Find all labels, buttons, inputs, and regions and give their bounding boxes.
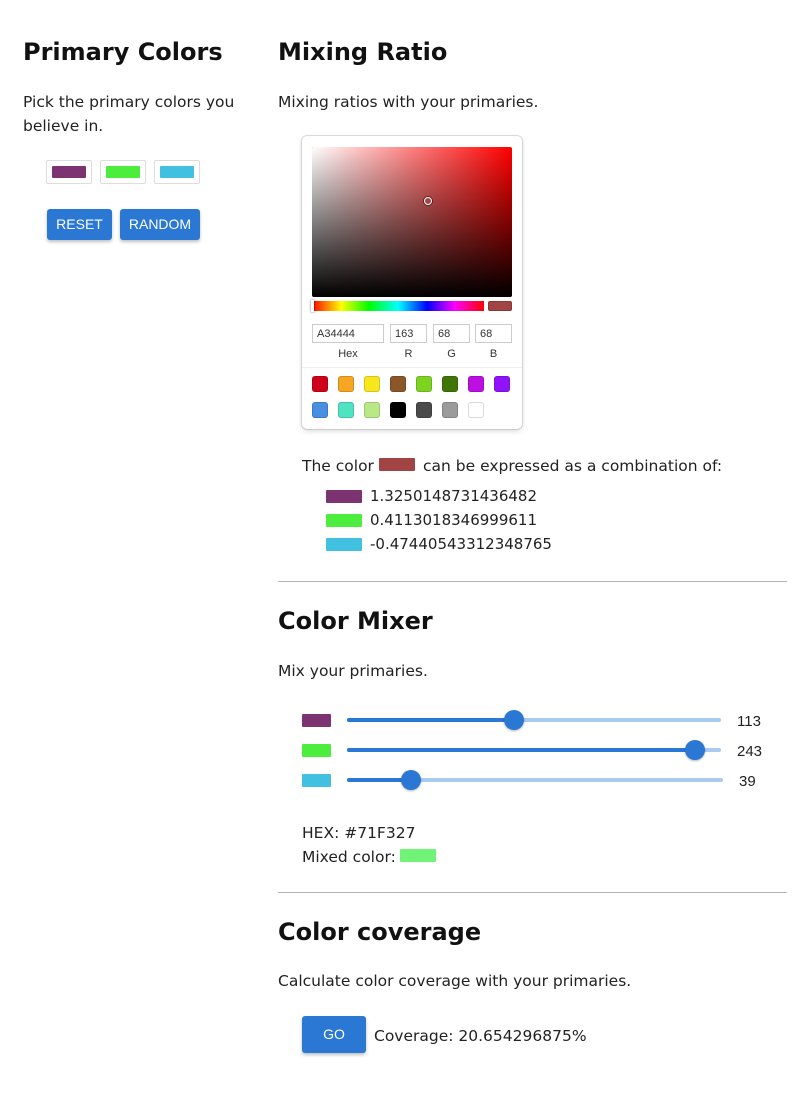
primary-color-3-fill	[160, 166, 194, 178]
mixing-ratio-description: Mixing ratios with your primaries.	[278, 93, 539, 111]
primary-color-swatch-3[interactable]	[154, 160, 200, 184]
saturation-brightness-area[interactable]	[312, 147, 512, 297]
mixed-color-chip	[400, 849, 436, 862]
preset-swatch[interactable]	[468, 376, 484, 392]
slider-thumb[interactable]	[400, 770, 421, 790]
r-label: R	[404, 348, 413, 360]
preset-swatch[interactable]	[364, 376, 380, 392]
g-label: G	[447, 348, 456, 360]
preset-swatch[interactable]	[338, 376, 354, 392]
slider-value: 39	[739, 773, 756, 790]
preset-swatch[interactable]	[494, 376, 510, 392]
slider-color-chip	[302, 714, 331, 727]
hue-slider-handle[interactable]	[311, 300, 314, 312]
slider-color-chip	[302, 744, 331, 757]
preset-swatch[interactable]	[390, 402, 406, 418]
hex-label: Hex	[338, 348, 358, 360]
section-divider	[278, 892, 787, 893]
ratio-color-chip-2	[326, 514, 362, 527]
ratio-color-chip-3	[326, 538, 362, 551]
color-mixer-description: Mix your primaries.	[278, 662, 428, 680]
slider-color-chip	[302, 774, 331, 787]
primary-color-swatch-1[interactable]	[46, 160, 92, 184]
preset-swatch[interactable]	[338, 402, 354, 418]
ratio-value-2: 0.4113018346999611	[370, 511, 538, 529]
color-coverage-description: Calculate color coverage with your prima…	[278, 972, 632, 990]
primary-color-2-fill	[106, 166, 140, 178]
slider-value: 243	[737, 743, 763, 760]
preset-swatch[interactable]	[364, 402, 380, 418]
color-mixer-title: Color Mixer	[278, 607, 433, 635]
ratio-value-3: -0.47440543312348765	[370, 535, 552, 553]
section-divider	[278, 581, 787, 582]
ratio-color-chip-1	[326, 490, 362, 503]
b-label: B	[489, 348, 498, 360]
primary-color-swatch-2[interactable]	[100, 160, 146, 184]
r-input[interactable]	[390, 324, 427, 343]
b-input[interactable]	[475, 324, 512, 343]
slider-track	[347, 718, 514, 722]
hue-slider[interactable]	[311, 300, 484, 312]
slider-thumb[interactable]	[685, 740, 706, 760]
color-picker: Hex R G B	[302, 136, 522, 429]
slider-value: 113	[737, 713, 761, 730]
primary-colors-title: Primary Colors	[23, 38, 223, 66]
saturation-cursor[interactable]	[424, 197, 432, 205]
slider-thumb[interactable]	[503, 710, 524, 730]
mixed-hex-text: HEX: #71F327	[302, 824, 416, 842]
current-color-preview	[488, 301, 512, 311]
primary-colors-description: Pick the primary colors you believe in.	[23, 93, 235, 135]
primary-color-1-fill	[52, 166, 86, 178]
preset-swatch[interactable]	[390, 376, 406, 392]
result-prefix-text: The color	[302, 457, 374, 475]
target-color-chip	[379, 458, 415, 471]
ratio-value-1: 1.3250148731436482	[370, 487, 538, 505]
hex-input[interactable]	[312, 324, 384, 343]
color-coverage-title: Color coverage	[278, 918, 482, 946]
preset-swatch[interactable]	[312, 402, 328, 418]
reset-button[interactable]: RESET	[47, 209, 112, 240]
preset-swatch[interactable]	[468, 402, 484, 418]
coverage-result: Coverage: 20.654296875%	[374, 1027, 587, 1045]
result-suffix-text: can be expressed as a combination of:	[423, 457, 723, 475]
picker-divider	[302, 367, 522, 368]
go-button[interactable]: GO	[302, 1016, 366, 1053]
preset-swatch[interactable]	[416, 402, 432, 418]
g-input[interactable]	[433, 324, 470, 343]
mixing-ratio-title: Mixing Ratio	[278, 38, 448, 66]
preset-swatch[interactable]	[416, 376, 432, 392]
preset-swatch[interactable]	[442, 402, 458, 418]
mixed-color-label: Mixed color:	[302, 848, 396, 866]
slider-track	[347, 748, 696, 752]
preset-swatch[interactable]	[442, 376, 458, 392]
preset-swatch[interactable]	[312, 376, 328, 392]
random-button[interactable]: RANDOM	[120, 209, 200, 240]
